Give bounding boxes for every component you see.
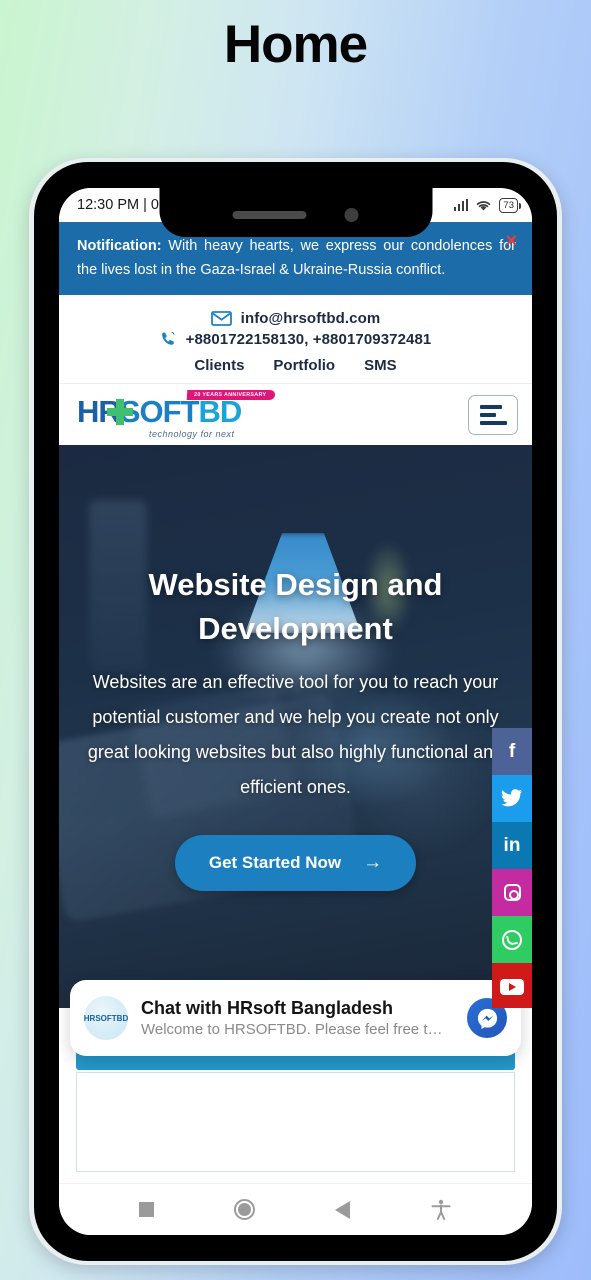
chat-avatar: HRSOFTBD xyxy=(84,996,128,1040)
social-sidebar: f in xyxy=(492,728,532,1008)
youtube-glyph xyxy=(500,978,524,995)
phone-icon xyxy=(161,331,175,345)
hamburger-bar-2 xyxy=(480,412,496,417)
phone-notch xyxy=(159,188,432,237)
site-logo[interactable]: HRSOFTBD 20 YEARS ANNIVERSARY technology… xyxy=(77,389,276,439)
battery-indicator: 73 xyxy=(499,197,521,213)
hero-content: Website Design and Development Websites … xyxy=(59,445,532,891)
whatsapp-icon[interactable] xyxy=(492,916,532,963)
hamburger-bar-3 xyxy=(480,420,507,425)
phone-mockup: 12:30 PM | 0 73 Notification: With heavy… xyxy=(29,158,562,1265)
hero-description: Websites are an effective tool for you t… xyxy=(87,672,504,797)
home-circle-icon[interactable] xyxy=(234,1199,255,1220)
earpiece-speaker-icon xyxy=(232,211,307,219)
logo-cross-icon xyxy=(107,398,133,425)
status-indicators: 73 xyxy=(453,197,521,213)
page-title: Home xyxy=(223,15,368,74)
logo-h: H xyxy=(77,393,99,429)
logo-tagline: technology for next xyxy=(149,428,235,439)
facebook-glyph: f xyxy=(508,740,516,762)
twitter-icon[interactable] xyxy=(492,775,532,822)
signal-bars-icon xyxy=(453,199,469,211)
instagram-glyph xyxy=(503,884,521,901)
instagram-icon[interactable] xyxy=(492,869,532,916)
android-navigation-bar xyxy=(59,1183,532,1235)
email-row[interactable]: info@hrsoftbd.com xyxy=(59,310,532,327)
content-card xyxy=(76,1072,515,1172)
get-started-button[interactable]: Get Started Now → xyxy=(174,835,417,891)
close-icon[interactable]: ✕ xyxy=(505,234,518,250)
email-text: info@hrsoftbd.com xyxy=(240,310,381,327)
contact-bar: info@hrsoftbd.com +8801722158130, +88017… xyxy=(59,295,532,383)
youtube-icon[interactable] xyxy=(492,963,532,1008)
wifi-icon xyxy=(477,200,491,210)
linkedin-icon[interactable]: in xyxy=(492,822,532,869)
phone-row[interactable]: +8801722158130, +8801709372481 xyxy=(59,331,532,348)
whatsapp-glyph xyxy=(502,929,522,950)
link-clients[interactable]: Clients xyxy=(194,357,244,374)
link-portfolio[interactable]: Portfolio xyxy=(273,357,335,374)
notification-label: Notification: xyxy=(77,238,162,254)
lower-section: HRSOFTBD Chat with HRsoft Bangladesh Wel… xyxy=(59,980,532,1172)
status-time: 12:30 PM | 0 xyxy=(77,197,159,213)
recents-square-icon[interactable] xyxy=(139,1202,154,1217)
site-header: HRSOFTBD 20 YEARS ANNIVERSARY technology… xyxy=(59,383,532,445)
anniversary-ribbon: 20 YEARS ANNIVERSARY xyxy=(186,389,276,400)
phone-text: +8801722158130, +8801709372481 xyxy=(185,331,432,348)
chat-text-block: Chat with HRsoft Bangladesh Welcome to H… xyxy=(141,998,454,1038)
chat-title: Chat with HRsoft Bangladesh xyxy=(141,998,394,1018)
chat-widget[interactable]: HRSOFTBD Chat with HRsoft Bangladesh Wel… xyxy=(70,980,521,1056)
accessibility-icon[interactable] xyxy=(430,1199,452,1221)
arrow-right-icon: → xyxy=(363,852,383,873)
hero-section: Website Design and Development Websites … xyxy=(59,445,532,1008)
linkedin-glyph: in xyxy=(503,834,521,856)
back-triangle-icon[interactable] xyxy=(335,1200,350,1219)
facebook-icon[interactable]: f xyxy=(492,728,532,775)
quick-links: Clients Portfolio SMS xyxy=(59,357,532,374)
chat-subtitle: Welcome to HRSOFTBD. Please feel free t… xyxy=(141,1021,443,1038)
link-sms[interactable]: SMS xyxy=(364,357,397,374)
envelope-icon xyxy=(210,311,232,326)
hamburger-menu-button[interactable] xyxy=(468,394,518,435)
phone-body: 12:30 PM | 0 73 Notification: With heavy… xyxy=(34,162,557,1261)
phone-screen: 12:30 PM | 0 73 Notification: With heavy… xyxy=(59,188,532,1235)
front-camera-icon xyxy=(344,208,359,222)
get-started-label: Get Started Now xyxy=(208,853,342,872)
hero-title: Website Design and Development xyxy=(148,567,443,646)
hamburger-bar-1 xyxy=(480,404,502,409)
